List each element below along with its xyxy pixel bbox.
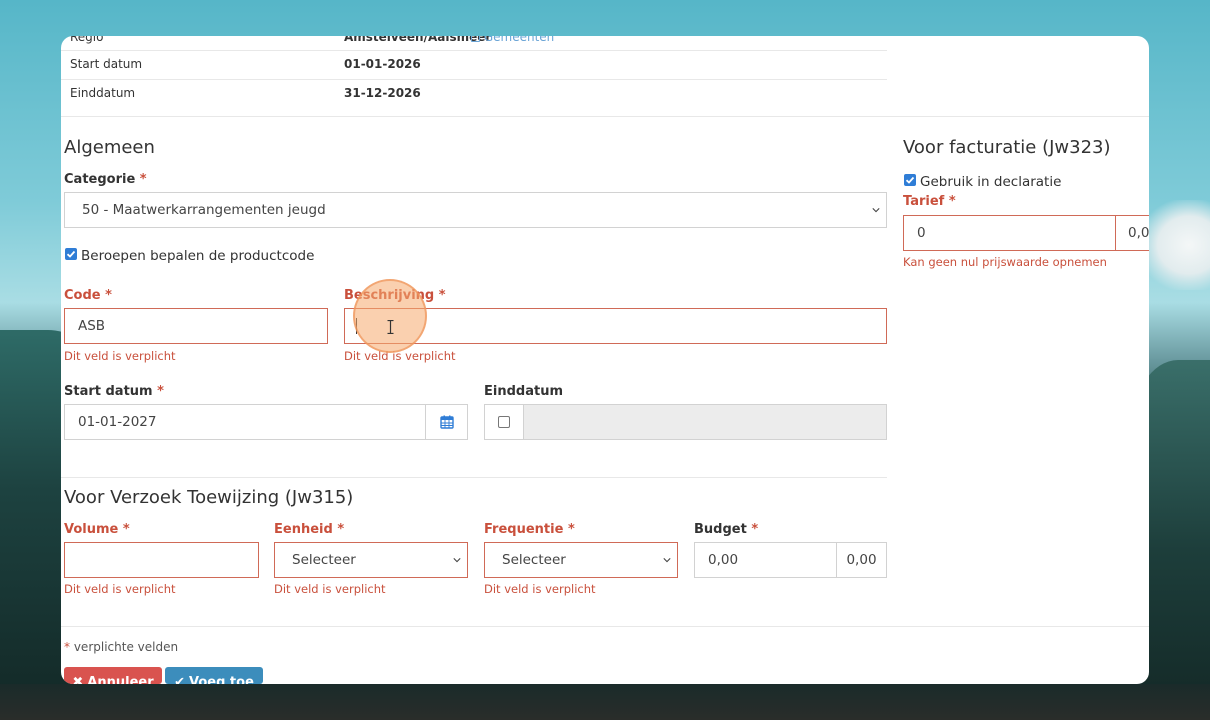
beroepen-checkbox[interactable]: [65, 248, 77, 260]
product-form-window: Regio Amstelveen/Aalsmeer Gemeenten Star…: [61, 36, 1149, 684]
background-cloud: [1140, 200, 1210, 290]
calendar-icon: [439, 415, 454, 429]
chevron-down-icon: [663, 558, 671, 563]
einddatum-input: [523, 404, 887, 440]
code-error: Dit veld is verplicht: [64, 349, 176, 363]
eenheid-select-value: Selecteer: [292, 552, 356, 568]
calendar-button[interactable]: [425, 404, 468, 440]
frequentie-select[interactable]: Selecteer: [484, 542, 678, 578]
eenheid-label: Eenheid *: [274, 522, 345, 537]
section-divider: [61, 477, 887, 478]
summary-divider-2: [61, 79, 887, 80]
tarief-error: Kan geen nul prijswaarde opnemen: [903, 255, 1107, 269]
budget-label: Budget *: [694, 522, 759, 537]
summary-startdatum-value: 01-01-2026: [344, 57, 421, 71]
gemeenten-link[interactable]: Gemeenten: [471, 36, 554, 44]
frequentie-label: Frequentie *: [484, 522, 575, 537]
summary-bottom-divider: [61, 116, 1149, 117]
text-cursor-icon: [387, 320, 394, 334]
check-icon: [905, 176, 915, 184]
beroepen-label: Beroepen bepalen de productcode: [81, 248, 315, 264]
check-icon: ✔: [174, 675, 185, 684]
volume-label: Volume *: [64, 522, 130, 537]
eenheid-select[interactable]: Selecteer: [274, 542, 468, 578]
summary-divider-1: [61, 50, 887, 51]
tarief-addon: 0,00: [1115, 215, 1149, 251]
close-icon: ✖: [72, 675, 84, 684]
summary-startdatum-label: Start datum: [70, 57, 143, 71]
tarief-input-value: 0: [917, 225, 926, 241]
startdatum-label: Start datum *: [64, 384, 164, 399]
annuleer-button[interactable]: ✖ Annuleer: [64, 667, 162, 684]
startdatum-input[interactable]: 01-01-2027: [64, 404, 426, 440]
volume-error: Dit veld is verplicht: [64, 582, 176, 596]
categorie-select[interactable]: 50 - Maatwerkarrangementen jeugd: [64, 192, 887, 228]
tarief-input[interactable]: 0: [903, 215, 1116, 251]
summary-einddatum-label: Einddatum: [70, 86, 136, 100]
budget-input[interactable]: 0,00: [694, 542, 837, 578]
copy-icon: [471, 36, 480, 42]
budget-addon: 0,00: [836, 542, 887, 578]
frequentie-error: Dit veld is verplicht: [484, 582, 596, 596]
eenheid-error: Dit veld is verplicht: [274, 582, 386, 596]
categorie-select-value: 50 - Maatwerkarrangementen jeugd: [82, 202, 326, 218]
annuleer-button-label: Annuleer: [87, 675, 154, 684]
code-input[interactable]: ASB: [64, 308, 328, 344]
summary-einddatum-value: 31-12-2026: [344, 86, 421, 100]
einddatum-checkbox[interactable]: [498, 416, 510, 428]
chevron-down-icon: [453, 558, 461, 563]
click-indicator: [353, 279, 427, 353]
summary-regio-value: Amstelveen/Aalsmeer: [344, 36, 492, 44]
volume-input[interactable]: [64, 542, 259, 578]
required-fields-note: * verplichte velden: [64, 640, 179, 654]
gemeenten-link-label: Gemeenten: [483, 36, 555, 44]
background-bottom: [0, 684, 1210, 720]
summary-regio-label: Regio: [70, 36, 104, 44]
code-input-value: ASB: [78, 318, 106, 334]
categorie-label: Categorie *: [64, 172, 147, 187]
facturatie-heading: Voor facturatie (Jw323): [903, 137, 1111, 158]
einddatum-label: Einddatum: [484, 384, 563, 399]
gebruik-declaratie-label: Gebruik in declaratie: [920, 174, 1062, 190]
footer-divider: [61, 626, 1149, 627]
tarief-addon-value: 0,00: [1128, 225, 1149, 241]
chevron-down-icon: [872, 208, 880, 213]
budget-input-value: 0,00: [708, 552, 739, 568]
tarief-label: Tarief *: [903, 194, 956, 209]
code-label: Code *: [64, 288, 112, 303]
frequentie-select-value: Selecteer: [502, 552, 566, 568]
toewijzing-heading: Voor Verzoek Toewijzing (Jw315): [64, 487, 354, 508]
check-icon: [66, 250, 76, 258]
voeg-toe-button[interactable]: ✔ Voeg toe: [165, 667, 263, 684]
einddatum-toggle-addon: [484, 404, 524, 440]
budget-addon-value: 0,00: [846, 552, 877, 568]
voeg-toe-button-label: Voeg toe: [189, 675, 254, 684]
startdatum-input-value: 01-01-2027: [78, 414, 157, 430]
algemeen-heading: Algemeen: [64, 137, 155, 158]
gebruik-declaratie-checkbox[interactable]: [904, 174, 916, 186]
